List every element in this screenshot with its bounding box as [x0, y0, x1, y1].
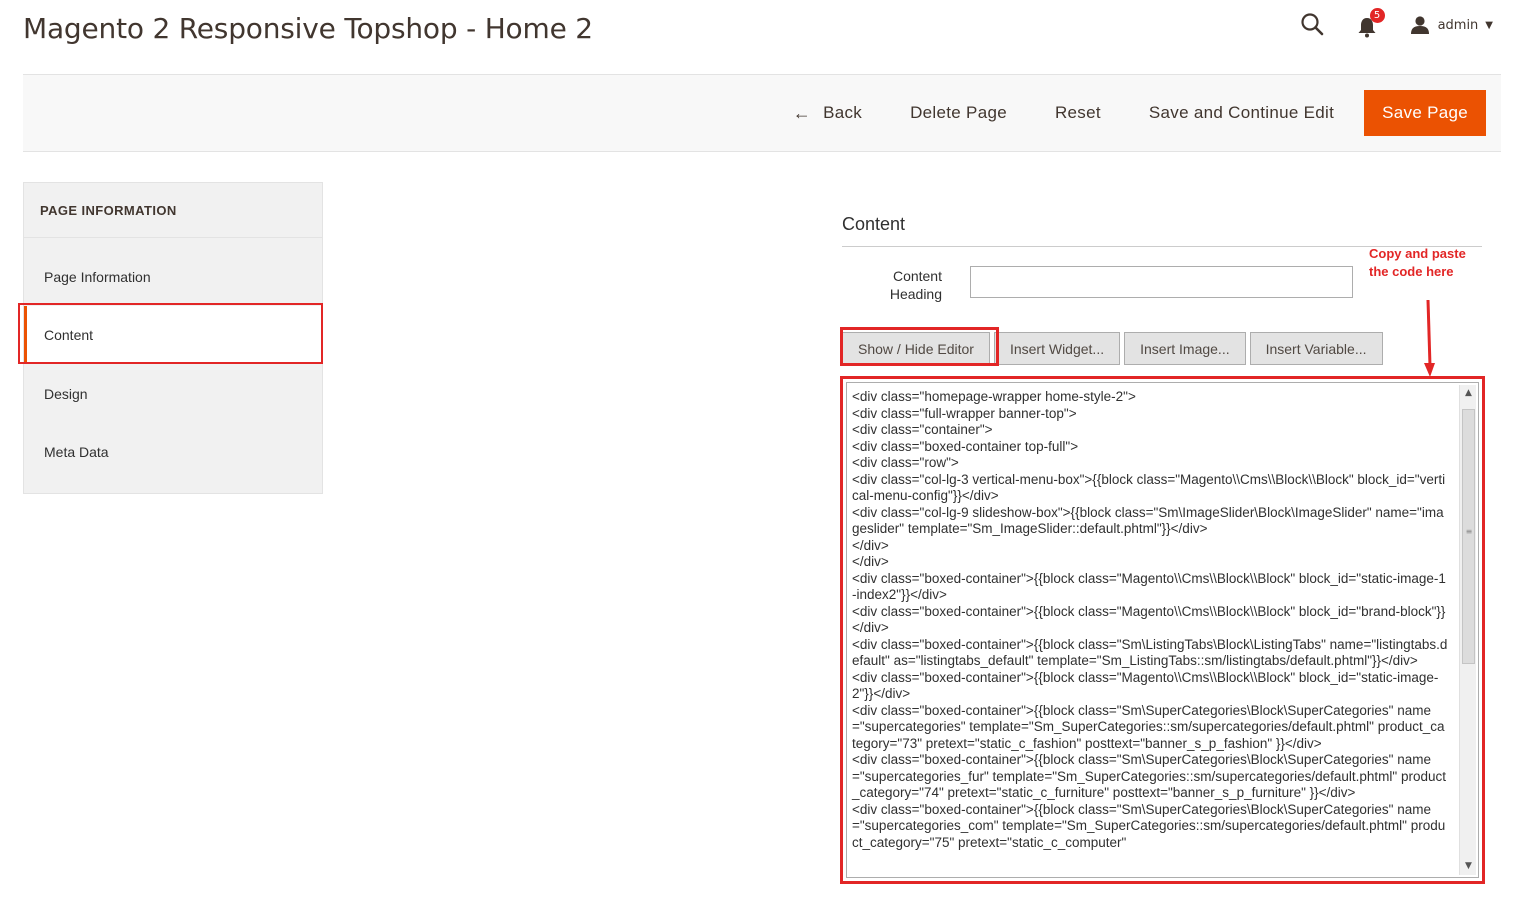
show-hide-editor-button[interactable]: Show / Hide Editor	[842, 332, 990, 365]
sidebar-item-meta-data[interactable]: Meta Data	[24, 423, 322, 481]
grip-icon: ≡	[1465, 527, 1473, 536]
insert-variable-button[interactable]: Insert Variable...	[1249, 332, 1383, 365]
page-information-sidebar: PAGE INFORMATION Page Information Conten…	[23, 182, 323, 494]
sidebar-item-page-information[interactable]: Page Information	[24, 248, 322, 306]
insert-widget-button[interactable]: Insert Widget...	[993, 332, 1121, 365]
page-actions-bar: ← Back Delete Page Reset Save and Contin…	[23, 74, 1501, 152]
save-and-continue-button[interactable]: Save and Continue Edit	[1125, 90, 1358, 136]
sidebar-title: PAGE INFORMATION	[24, 183, 322, 238]
page-title: Magento 2 Responsive Topshop - Home 2	[23, 12, 593, 45]
user-icon	[1410, 16, 1429, 34]
editor-scrollbar[interactable]: ▲ ≡ ▼	[1459, 385, 1476, 875]
user-name: admin	[1437, 17, 1479, 33]
content-editor-textarea[interactable]: <div class="homepage-wrapper home-style-…	[846, 382, 1479, 878]
search-icon[interactable]	[1300, 12, 1326, 38]
back-label: Back	[823, 103, 863, 122]
insert-image-button[interactable]: Insert Image...	[1124, 332, 1246, 365]
header-actions: 5 admin ▼	[1300, 8, 1493, 40]
notifications-bell-icon[interactable]: 5	[1356, 8, 1385, 38]
back-button[interactable]: ← Back	[769, 90, 886, 136]
annotation-text: Copy and paste the code here	[1369, 246, 1466, 279]
user-menu[interactable]: admin ▼	[1410, 15, 1493, 35]
page-actions: ← Back Delete Page Reset Save and Contin…	[769, 90, 1486, 136]
sidebar-item-content[interactable]: Content	[24, 306, 322, 364]
save-page-button[interactable]: Save Page	[1364, 90, 1486, 136]
content-editor-code: <div class="homepage-wrapper home-style-…	[852, 389, 1448, 850]
content-section-title: Content	[842, 214, 906, 234]
sidebar-item-design[interactable]: Design	[24, 365, 322, 423]
annotation-highlight-editor: <div class="homepage-wrapper home-style-…	[840, 376, 1485, 884]
delete-page-button[interactable]: Delete Page	[886, 90, 1031, 136]
reset-button[interactable]: Reset	[1031, 90, 1125, 136]
annotation-arrow-down-icon	[1424, 300, 1435, 377]
arrow-left-icon: ←	[792, 102, 812, 123]
content-heading-input[interactable]	[970, 266, 1353, 298]
scroll-up-arrow-icon[interactable]: ▲	[1460, 385, 1477, 402]
content-heading-label: Content Heading	[889, 268, 942, 302]
notification-count-badge: 5	[1369, 8, 1385, 23]
chevron-down-icon: ▼	[1485, 19, 1493, 31]
annotation-copy-paste-note: Copy and paste the code here	[1369, 245, 1484, 281]
scroll-down-arrow-icon[interactable]: ▼	[1460, 858, 1477, 875]
scrollbar-thumb[interactable]: ≡	[1462, 409, 1475, 664]
editor-toolbar: Show / Hide Editor Insert Widget... Inse…	[842, 332, 1387, 365]
